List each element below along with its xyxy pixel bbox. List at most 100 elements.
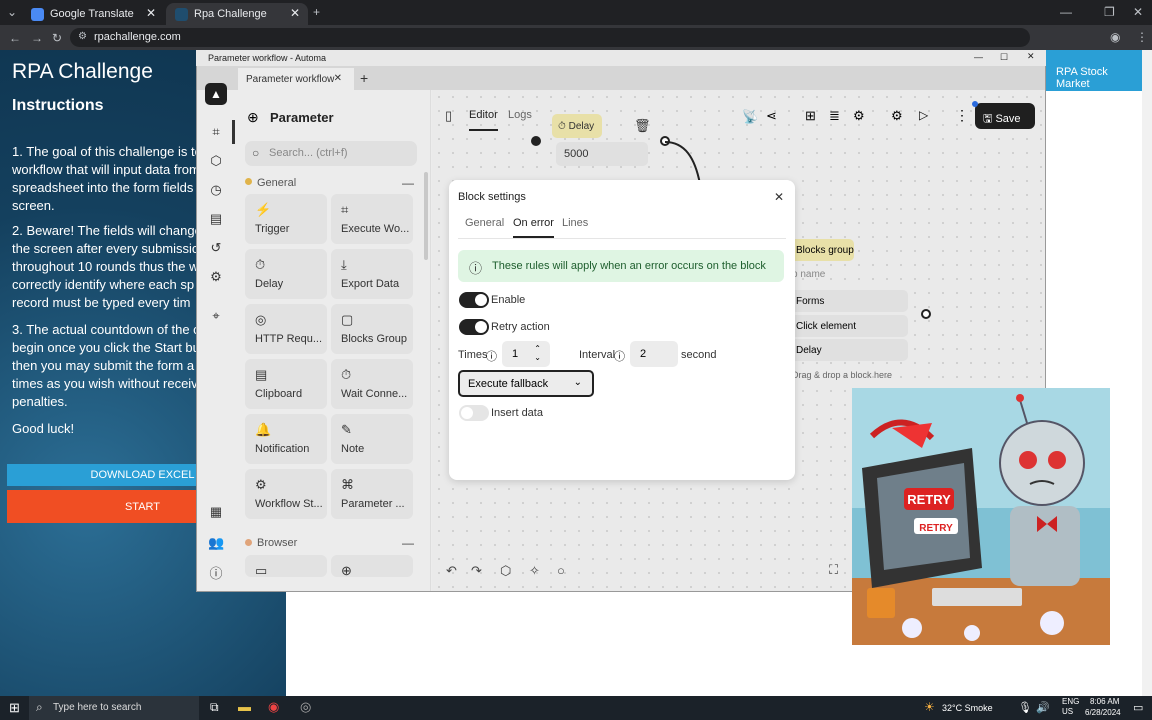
block-notification[interactable]: 🔔 Notification [245,414,327,464]
new-tab-icon[interactable]: + [360,70,368,86]
undo-icon[interactable]: ↶ [446,563,457,579]
fullscreen-icon[interactable]: ⛶ [829,562,838,578]
window-maximize-icon[interactable]: ☐ [1000,52,1008,63]
close-tab-icon[interactable]: ✕ [334,73,342,84]
group-name-input[interactable]: p name [792,269,825,280]
packages-icon[interactable]: ⬡ [208,153,224,169]
database-icon[interactable]: ≣ [829,108,840,124]
retry-toggle[interactable] [459,319,489,335]
block-workflow-state[interactable]: ⚙ Workflow St... [245,469,327,519]
node-handle[interactable] [531,136,541,146]
settings-icon[interactable]: ⚙ [208,269,224,285]
block-export-data[interactable]: ⤓ Export Data [331,249,413,299]
tab-rpa-challenge[interactable]: Rpa Challenge ✕ [166,3,308,25]
block-http-request[interactable]: ◎ HTTP Requ... [245,304,327,354]
reload-icon[interactable]: ↻ [52,31,62,45]
automa-taskbar-icon[interactable]: ◎ [300,699,311,715]
block-wait-connections[interactable]: ⏱ Wait Conne... [331,359,413,409]
info-icon[interactable]: ⓘ [208,563,224,581]
group-item[interactable]: Forms [790,290,908,312]
panel-scrollbar[interactable] [424,172,428,260]
dialog-tab-on-error[interactable]: On error [513,217,554,238]
insert-data-toggle[interactable] [459,405,489,421]
logs-icon[interactable]: ↺ [208,240,224,256]
enable-toggle[interactable] [459,292,489,308]
delay-value-field[interactable]: 5000 [556,142,648,166]
tab-google-translate[interactable]: Google Translate ✕ [22,3,164,25]
group-item[interactable]: Click element [790,315,908,337]
schedule-icon[interactable]: ◷ [208,182,224,198]
table-icon[interactable]: ⊞ [805,108,816,124]
window-minimize-icon[interactable]: — [974,52,983,62]
play-icon[interactable]: ▷ [919,108,928,122]
workflow-name[interactable]: Parameter [270,110,334,125]
debug-icon[interactable]: ⚙ [891,108,903,124]
page-scrollbar[interactable] [1142,50,1152,696]
target-icon[interactable]: ⌖ [208,308,224,324]
windows-start-icon[interactable]: ⊞ [9,700,20,716]
group-item[interactable]: Delay [790,339,908,361]
close-icon[interactable]: ✕ [774,190,784,204]
block-blocks-group[interactable]: ▢ Blocks Group [331,304,413,354]
collapse-icon[interactable]: — [402,536,414,550]
redo-icon[interactable]: ↷ [471,563,482,579]
minimize-icon[interactable]: — [1060,5,1072,19]
url-field[interactable]: ⚙ rpachallenge.com [70,28,1030,47]
node-output-handle[interactable] [921,309,931,319]
block-browser-2[interactable]: ⊕ [331,555,413,578]
block-clipboard[interactable]: ▤ Clipboard [245,359,327,409]
settings-icon[interactable]: ⚙ [853,108,865,124]
dialog-tab-general[interactable]: General [465,217,504,229]
close-tab-icon[interactable]: ✕ [146,6,156,20]
extension-icon[interactable]: ▦ [208,504,224,520]
blocks-group-node[interactable]: Blocks group p name Forms Click element … [790,228,910,388]
rpa-stock-market-link[interactable]: RPA Stock Market [1046,50,1142,91]
forward-icon[interactable]: → [31,31,43,45]
block-browser-1[interactable]: ▭ [245,555,327,578]
block-execute-workflow[interactable]: ⌗ Execute Wo... [331,194,413,244]
delay-node-badge[interactable]: ⏱ Delay [552,114,602,138]
share-icon[interactable]: ⋖ [766,108,777,124]
window-close-icon[interactable]: ✕ [1027,51,1035,62]
language-indicator[interactable]: ENG US [1062,697,1079,717]
close-window-icon[interactable]: ✕ [1133,5,1143,19]
community-icon[interactable]: 👥 [208,535,224,551]
more-icon[interactable]: ⋮ [955,107,969,124]
clock-date[interactable]: 6/28/2024 [1085,708,1121,717]
microphone-icon[interactable]: 🎙 [1018,701,1032,714]
fallback-select[interactable]: Execute fallback ⌄ [458,370,594,397]
block-parameter[interactable]: ⌘ Parameter ... [331,469,413,519]
workflow-tab[interactable]: Parameter workflow ✕ [238,68,354,90]
new-tab-icon[interactable]: + [313,5,320,19]
back-icon[interactable]: ← [9,31,21,45]
dialog-tab-lines[interactable]: Lines [562,217,588,229]
storage-icon[interactable]: ▤ [208,211,224,227]
maximize-icon[interactable]: ❐ [1104,5,1115,19]
weather-text[interactable]: 32°C Smoke [942,703,993,713]
interval-input[interactable]: 2 [630,341,678,367]
toggle-sidebar-icon[interactable]: ▯ [445,108,452,124]
auto-arrange-icon[interactable]: ✧ [529,563,540,579]
info-icon[interactable]: ⓘ [486,348,497,364]
broadcast-icon[interactable]: 📡 [742,109,758,125]
site-info-icon[interactable]: ⚙ [78,31,87,42]
profile-icon[interactable]: ◉ [1110,30,1120,44]
tab-editor[interactable]: Editor [469,109,498,131]
file-explorer-icon[interactable]: ▬ [238,699,251,714]
collapse-icon[interactable]: — [402,176,414,190]
notification-icon[interactable]: ▭ [1133,701,1143,714]
block-note[interactable]: ✎ Note [331,414,413,464]
clock-time[interactable]: 8:06 AM [1090,697,1119,706]
chrome-icon[interactable]: ◉ [268,699,279,715]
delete-icon[interactable]: 🗑 [634,118,651,134]
times-stepper[interactable]: 1 ⌃ ⌄ [502,341,550,367]
close-tab-icon[interactable]: ✕ [290,6,300,20]
taskbar-search[interactable]: ⌕ Type here to search [29,696,199,720]
search-icon[interactable]: ○ [557,563,565,578]
block-trigger[interactable]: ⚡ Trigger [245,194,327,244]
task-view-icon[interactable]: ⧉ [210,700,219,715]
package-icon[interactable]: ⬡ [500,563,511,579]
tab-search-icon[interactable]: ⌄ [7,5,17,19]
block-search-input[interactable]: ○ Search... (ctrl+f) [245,141,417,166]
speaker-icon[interactable]: 🔊 [1036,701,1050,714]
